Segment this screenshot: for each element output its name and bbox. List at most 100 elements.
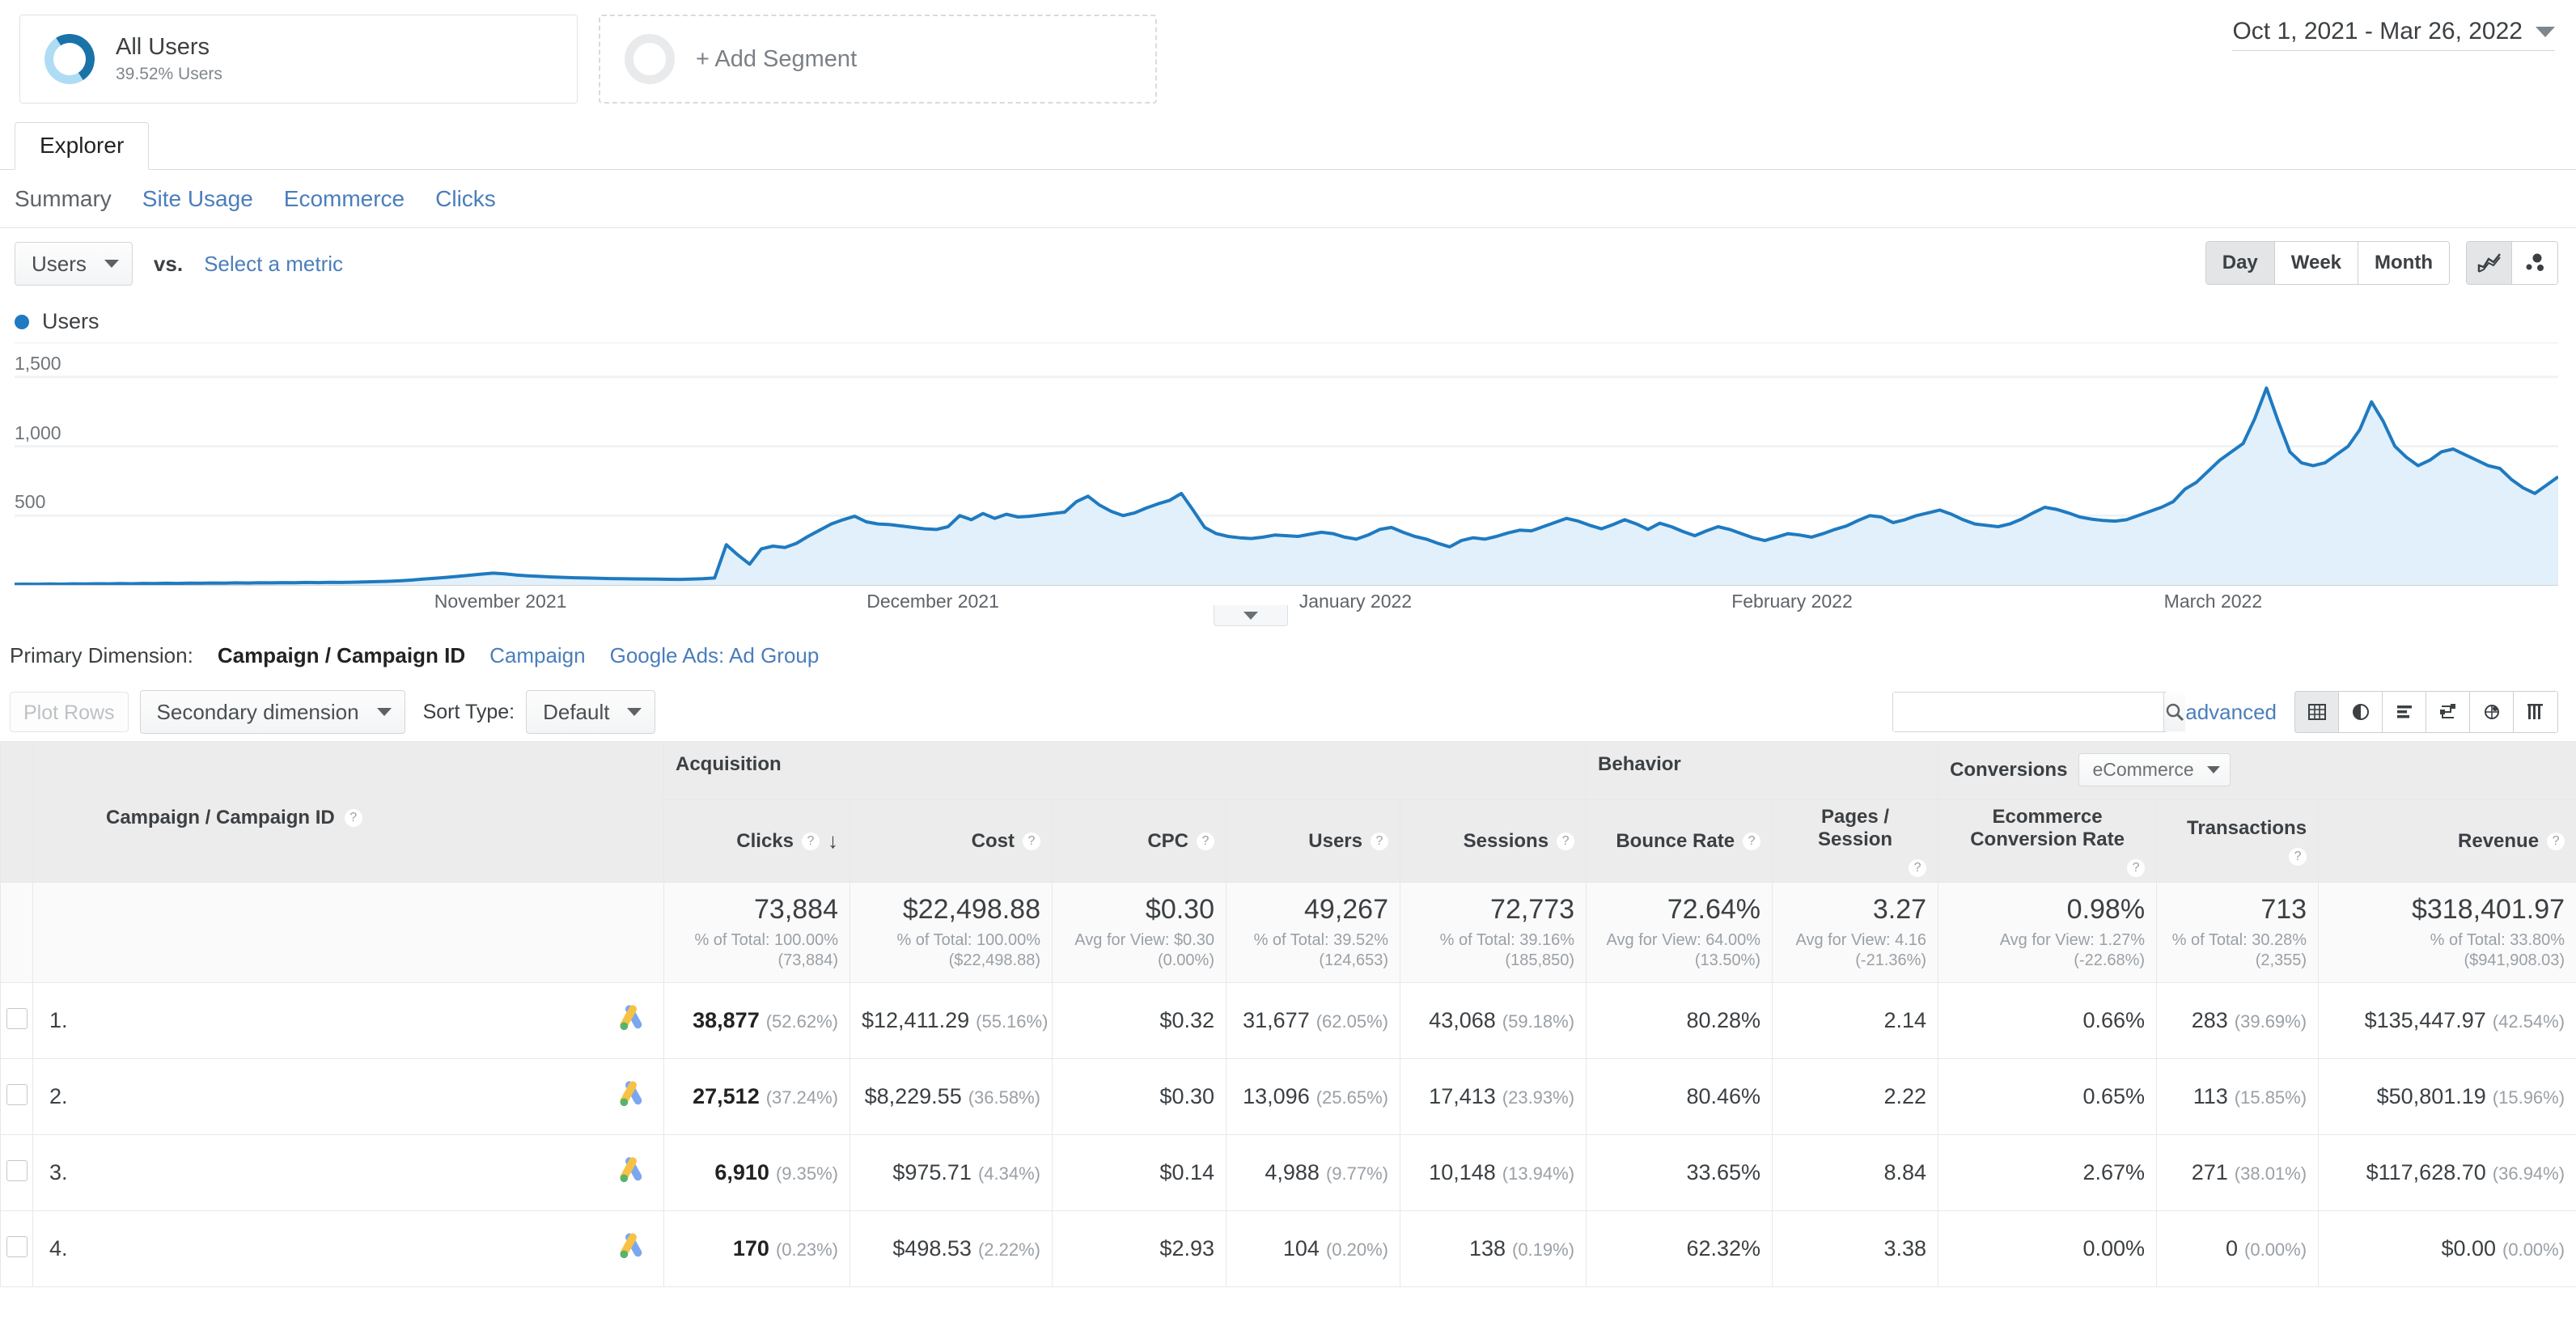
select-a-metric-link[interactable]: Select a metric <box>204 252 343 277</box>
row-cell-7: 0.00% <box>1938 1210 2158 1287</box>
column-header-cpc[interactable]: CPC? <box>1052 799 1227 883</box>
column-header-ecommerce-conversion-rate[interactable]: Ecommerce Conversion Rate? <box>1938 799 2158 883</box>
tabstrip: Explorer <box>0 120 2576 170</box>
table-body: 73,884 % of Total: 100.00% (73,884) $22,… <box>0 882 2576 1287</box>
row-cell-3: 13,096 (25.65%) <box>1226 1058 1400 1135</box>
plot-rows-button[interactable]: Plot Rows <box>10 692 129 732</box>
help-icon[interactable]: ? <box>1371 832 1388 850</box>
totals-subtext: Avg for View: $0.30 (0.00%) <box>1074 931 1214 969</box>
help-icon[interactable]: ? <box>2547 832 2565 850</box>
dimension-header[interactable]: Campaign / Campaign ID ? <box>32 741 664 883</box>
scatter-plot-icon[interactable] <box>2512 242 2557 284</box>
segment-subtitle: 39.52% Users <box>116 65 222 83</box>
table-row[interactable]: 2. 27,512 (37.24%) $8,229.55 (36.58%) $0.30 1… <box>0 1058 2576 1135</box>
chart-legend: Users <box>0 299 2576 342</box>
row-checkbox[interactable] <box>6 1084 28 1105</box>
comparison-view-icon[interactable] <box>2426 692 2470 732</box>
add-segment-card[interactable]: + Add Segment <box>599 15 1157 104</box>
row-cell-0: 170 (0.23%) <box>663 1210 850 1287</box>
granularity-month[interactable]: Month <box>2358 242 2449 284</box>
cell-value: 0.65% <box>2082 1084 2146 1108</box>
metric-selector[interactable]: Users <box>15 242 133 286</box>
row-cell-7: 0.66% <box>1938 982 2158 1059</box>
search-box[interactable] <box>1892 692 2186 732</box>
google-ads-icon-wrap <box>615 1078 647 1115</box>
row-dimension-cell[interactable]: 1. <box>32 982 664 1059</box>
column-header-revenue[interactable]: Revenue? <box>2318 799 2576 883</box>
bar-chart-view-icon[interactable] <box>2383 692 2426 732</box>
help-icon[interactable]: ? <box>1743 832 1761 850</box>
segment-card-all-users[interactable]: All Users 39.52% Users <box>19 15 578 104</box>
row-dimension-cell[interactable]: 2. <box>32 1058 664 1135</box>
chart-expander-button[interactable] <box>1214 605 1288 626</box>
help-icon[interactable]: ? <box>1909 858 1927 877</box>
subnav-item-summary[interactable]: Summary <box>15 186 112 212</box>
sort-type-selector[interactable]: Default <box>526 690 656 734</box>
secondary-dimension-button[interactable]: Secondary dimension <box>139 690 405 734</box>
row-checkbox[interactable] <box>6 1160 28 1181</box>
row-cell-9: $117,628.70 (36.94%) <box>2318 1134 2576 1211</box>
column-label: CPC <box>1147 829 1188 852</box>
primary-dimension-ad-group[interactable]: Google Ads: Ad Group <box>610 643 820 668</box>
row-checkbox-cell[interactable] <box>0 1058 33 1135</box>
ga-explorer-page: All Users 39.52% Users + Add Segment Oct… <box>0 0 2576 1322</box>
totals-subtext: % of Total: 100.00% ($22,498.88) <box>896 931 1040 969</box>
row-index: 3. <box>49 1160 68 1184</box>
help-icon[interactable]: ? <box>1023 832 1040 850</box>
granularity-day[interactable]: Day <box>2205 242 2275 284</box>
help-icon[interactable]: ? <box>2289 847 2307 866</box>
subnav-item-ecommerce[interactable]: Ecommerce <box>284 186 405 212</box>
primary-dimension-row: Primary Dimension: Campaign / Campaign I… <box>0 622 2576 683</box>
subnav-item-clicks[interactable]: Clicks <box>435 186 496 212</box>
totals-value: 0.98% <box>2066 894 2146 925</box>
primary-dimension-campaign[interactable]: Campaign <box>489 643 586 668</box>
advanced-filter-link[interactable]: advanced <box>2185 700 2277 725</box>
row-cell-0: 6,910 (9.35%) <box>663 1134 850 1211</box>
tab-explorer[interactable]: Explorer <box>15 122 150 170</box>
search-input[interactable] <box>1893 693 2164 731</box>
help-icon[interactable]: ? <box>344 808 362 827</box>
row-checkbox[interactable] <box>6 1236 28 1257</box>
column-header-transactions[interactable]: Transactions? <box>2156 799 2320 883</box>
help-icon[interactable]: ? <box>802 832 820 850</box>
table-view-icon[interactable] <box>2295 692 2339 732</box>
help-icon[interactable]: ? <box>1197 832 1214 850</box>
column-header-users[interactable]: Users? <box>1226 799 1400 883</box>
date-range-picker[interactable]: Oct 1, 2021 - Mar 26, 2022 <box>2232 18 2555 51</box>
table-search-group: advanced <box>1892 691 2558 733</box>
table-row[interactable]: 4. 170 (0.23%) $498.53 (2.22%) $2.93 104 (0.20… <box>0 1210 2576 1287</box>
select-all-header[interactable] <box>0 741 33 883</box>
granularity-week[interactable]: Week <box>2274 242 2359 284</box>
row-checkbox-cell[interactable] <box>0 982 33 1059</box>
row-dimension-cell[interactable]: 4. <box>32 1210 664 1287</box>
row-cell-9: $50,801.19 (15.96%) <box>2318 1058 2576 1135</box>
help-icon[interactable]: ? <box>1557 832 1575 850</box>
table-row[interactable]: 3. 6,910 (9.35%) $975.71 (4.34%) $0.14 4,988(… <box>0 1134 2576 1211</box>
primary-dimension-campaign-id[interactable]: Campaign / Campaign ID <box>218 643 465 668</box>
row-dimension-cell[interactable]: 3. <box>32 1134 664 1211</box>
table-row[interactable]: 1. 38,877 (52.62%) $12,411.29 (55.16%) $0.32… <box>0 982 2576 1059</box>
term-cloud-view-icon[interactable] <box>2514 692 2557 732</box>
cell-value: 170 <box>732 1236 769 1261</box>
row-checkbox-cell[interactable] <box>0 1210 33 1287</box>
column-header-pages-per-session[interactable]: Pages / Session? <box>1772 799 1939 883</box>
line-chart-icon[interactable] <box>2467 242 2512 284</box>
users-timeseries-chart[interactable]: 1,500 1,000 500 <box>15 342 2558 585</box>
cell-value: 104 <box>1282 1236 1320 1261</box>
row-checkbox[interactable] <box>6 1008 28 1029</box>
subnav-item-site-usage[interactable]: Site Usage <box>142 186 253 212</box>
column-header-clicks[interactable]: Clicks? ↓ <box>663 799 850 883</box>
pivot-view-icon[interactable] <box>2470 692 2514 732</box>
view-type-toggle <box>2294 691 2558 733</box>
row-checkbox-cell[interactable] <box>0 1134 33 1211</box>
search-icon[interactable] <box>2163 693 2186 731</box>
row-cell-6: 2.14 <box>1772 982 1939 1059</box>
row-cell-8: 271 (38.01%) <box>2156 1134 2320 1211</box>
column-header-sessions[interactable]: Sessions? <box>1399 799 1587 883</box>
cell-value: 0.66% <box>2082 1008 2146 1032</box>
conversions-type-selector[interactable]: eCommerce <box>2078 753 2231 786</box>
column-header-cost[interactable]: Cost? <box>849 799 1053 883</box>
help-icon[interactable]: ? <box>2127 858 2146 877</box>
column-header-bounce-rate[interactable]: Bounce Rate? <box>1586 799 1773 883</box>
pie-chart-view-icon[interactable] <box>2339 692 2383 732</box>
